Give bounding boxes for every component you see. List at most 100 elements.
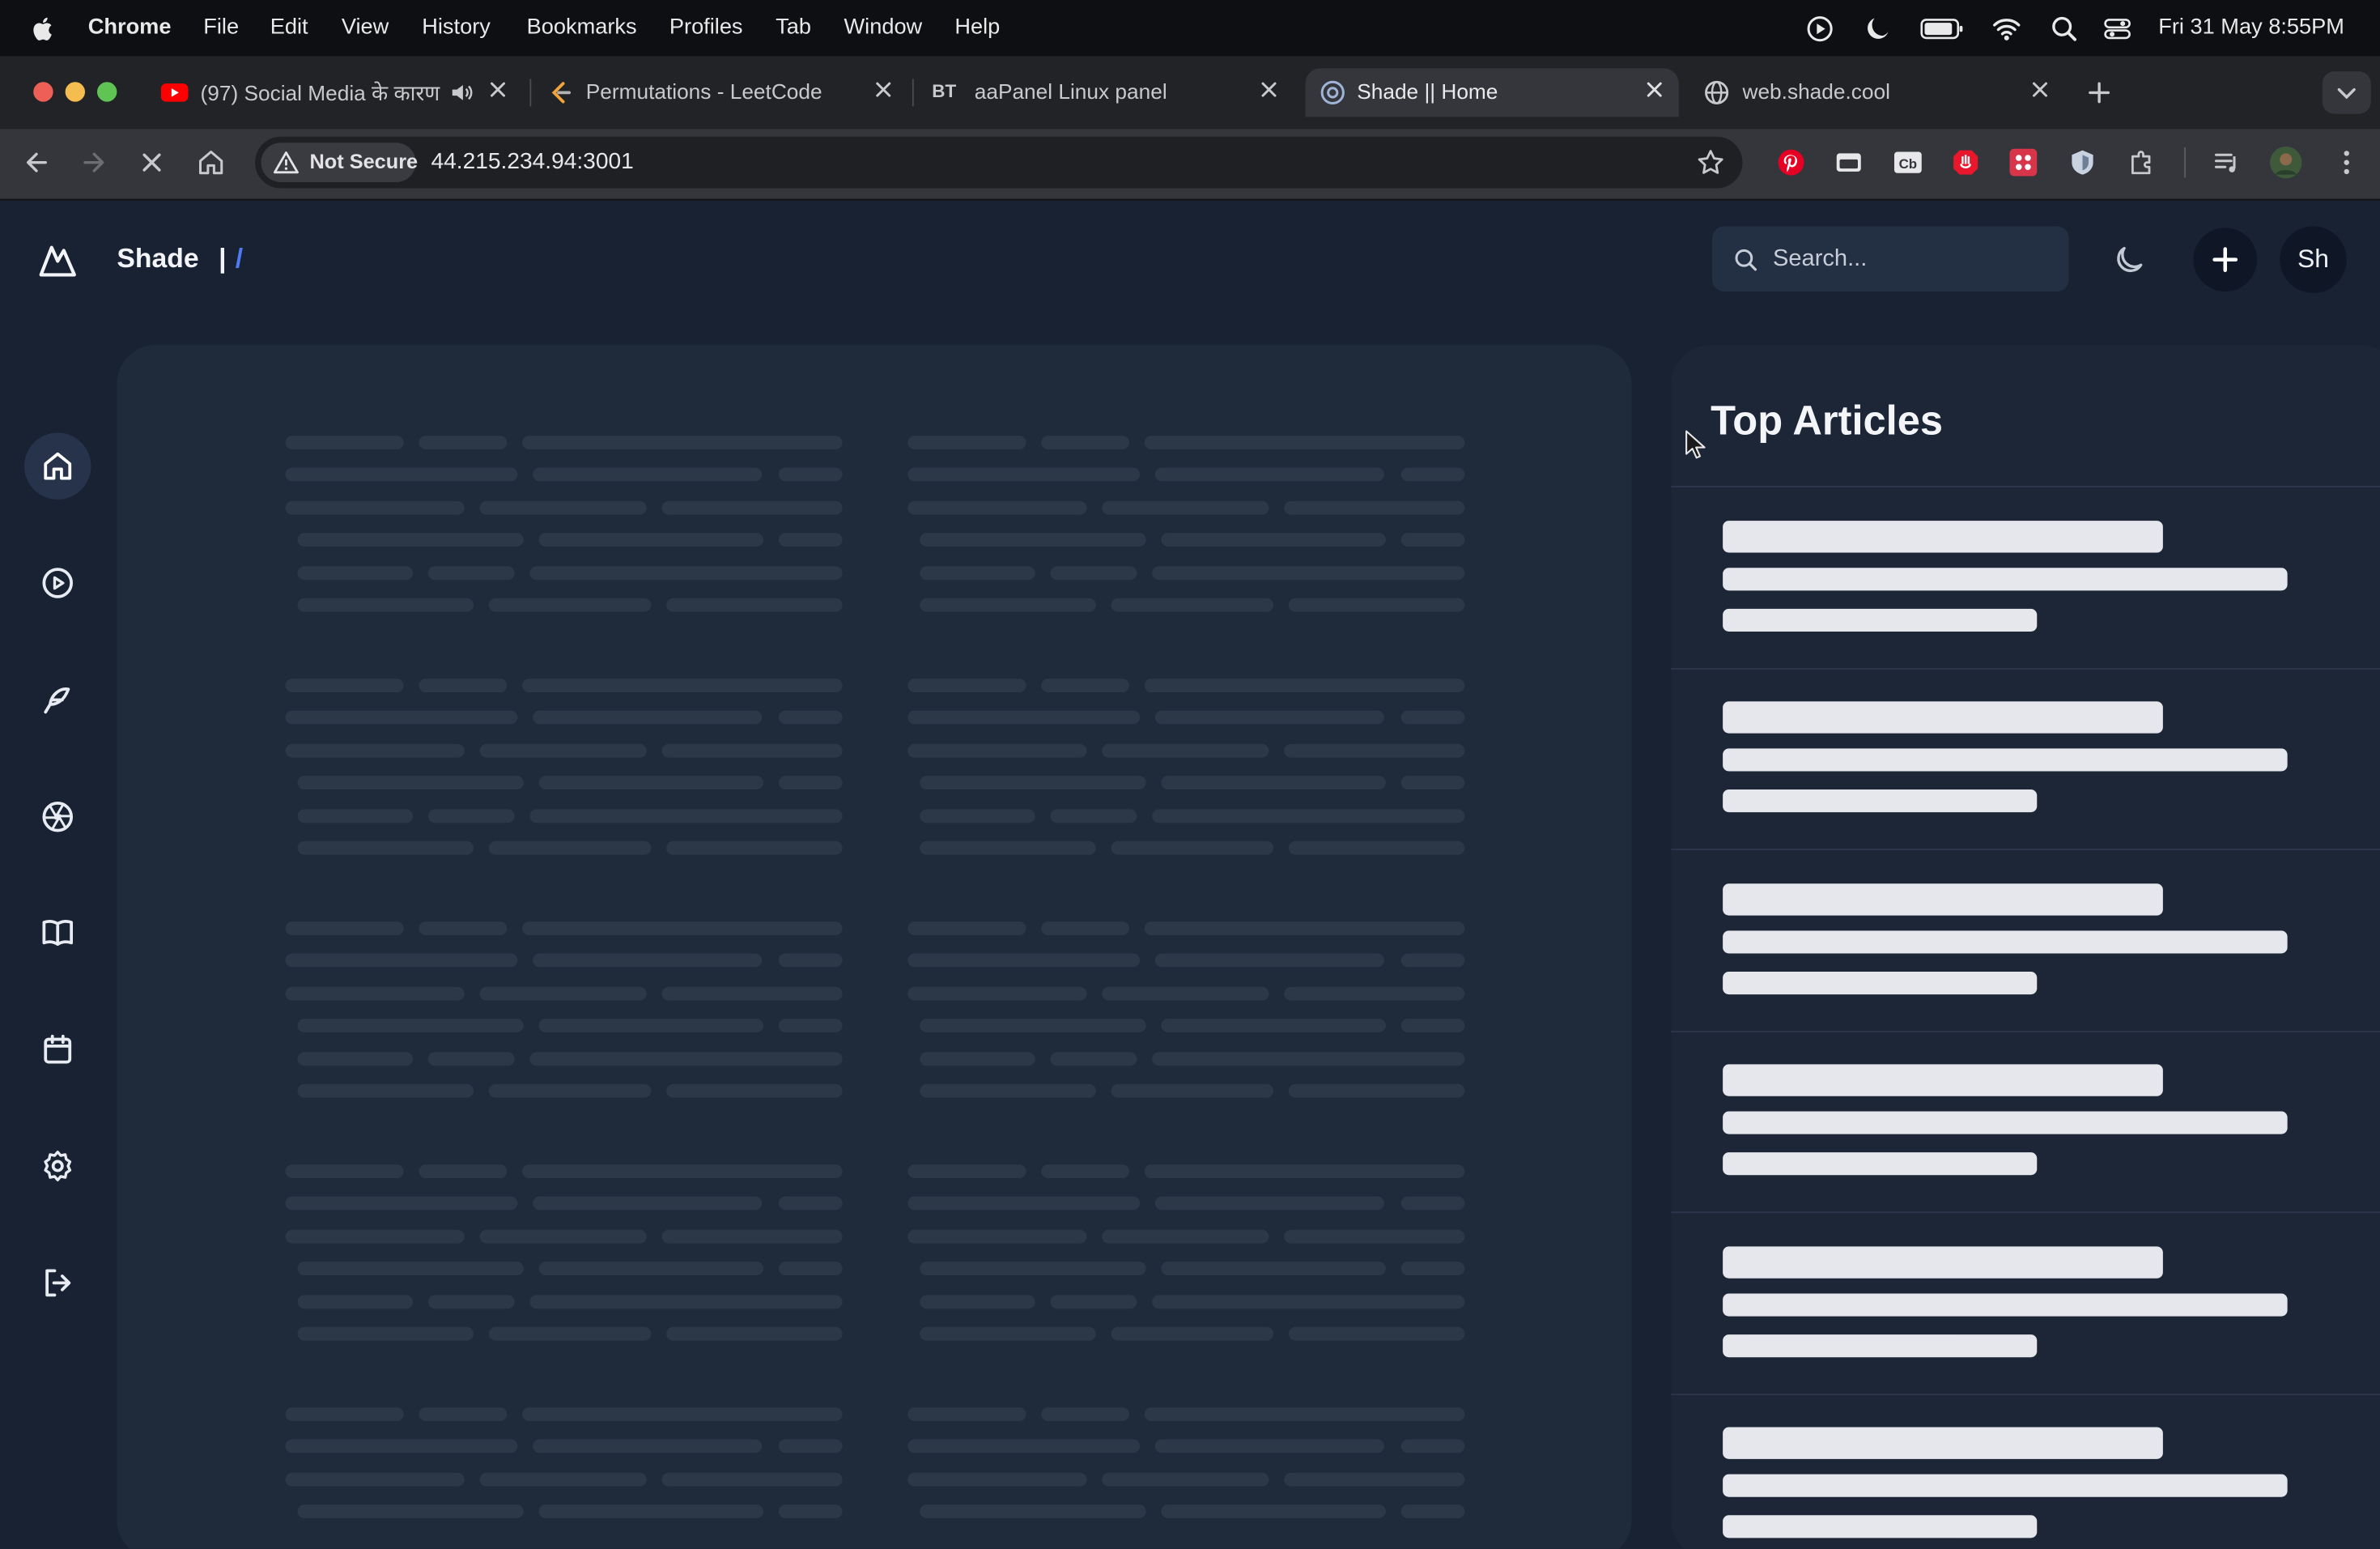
skeleton-line bbox=[1050, 1051, 1137, 1066]
menu-edit[interactable]: Edit bbox=[270, 15, 308, 40]
skeleton-line bbox=[479, 1229, 647, 1244]
window-minimize-button[interactable] bbox=[65, 82, 85, 102]
window-close-button[interactable] bbox=[33, 82, 53, 102]
tab-leetcode[interactable]: Permutations - LeetCode bbox=[546, 68, 899, 117]
grid-extension-icon[interactable] bbox=[2008, 147, 2039, 178]
close-tab-icon[interactable] bbox=[871, 78, 895, 102]
back-arrow-icon[interactable] bbox=[21, 147, 52, 178]
close-tab-icon[interactable] bbox=[1257, 78, 1281, 102]
more-menu-icon[interactable] bbox=[2331, 147, 2362, 178]
skeleton-line bbox=[1284, 1472, 1465, 1487]
new-tab-icon[interactable] bbox=[2085, 79, 2113, 107]
article-divider bbox=[1671, 486, 2380, 487]
cb-extension-icon[interactable]: Cb bbox=[1893, 147, 1923, 178]
skeleton-line bbox=[920, 1051, 1035, 1066]
site-info-button[interactable]: Not Secure bbox=[261, 143, 418, 182]
sidebar-item-photos[interactable] bbox=[24, 784, 91, 851]
menu-bookmarks[interactable]: Bookmarks bbox=[527, 15, 637, 40]
close-tab-icon[interactable] bbox=[1643, 78, 1667, 102]
tab-web-shade[interactable]: web.shade.cool bbox=[1703, 68, 2068, 117]
url-text[interactable]: 44.215.234.94:3001 bbox=[431, 149, 634, 175]
menu-view[interactable]: View bbox=[342, 15, 389, 40]
skeleton-line bbox=[427, 565, 515, 580]
skeleton-line bbox=[1154, 954, 1384, 968]
menu-history[interactable]: History bbox=[422, 15, 491, 40]
tab-youtube[interactable]: (97) Social Media के कारण bbox=[160, 68, 520, 117]
skeleton-line bbox=[1400, 1197, 1465, 1211]
menu-tab[interactable]: Tab bbox=[776, 15, 811, 40]
menu-profiles[interactable]: Profiles bbox=[669, 15, 743, 40]
sidebar-item-settings[interactable] bbox=[24, 1133, 91, 1200]
skeleton-line bbox=[285, 1229, 465, 1244]
stop-loading-icon[interactable] bbox=[137, 147, 168, 178]
logo-icon[interactable] bbox=[38, 240, 78, 279]
skeleton-line bbox=[533, 954, 763, 968]
sidebar-item-logout[interactable] bbox=[24, 1249, 91, 1317]
tab-separator bbox=[912, 79, 914, 107]
sidebar-item-library[interactable] bbox=[24, 899, 91, 966]
skeleton-line bbox=[522, 436, 843, 449]
sidebar-item-videos[interactable] bbox=[24, 550, 91, 617]
skeleton-line bbox=[1144, 1407, 1465, 1421]
skeleton-line bbox=[1161, 1262, 1386, 1276]
apple-icon[interactable] bbox=[31, 14, 58, 45]
search-box[interactable] bbox=[1712, 226, 2069, 292]
forward-arrow-icon[interactable] bbox=[79, 147, 110, 178]
adblock-extension-icon[interactable] bbox=[1950, 147, 1981, 178]
sidebar-item-calendar[interactable] bbox=[24, 1015, 91, 1083]
battery-icon[interactable] bbox=[1920, 14, 1966, 45]
search-input[interactable] bbox=[1770, 241, 2050, 279]
skeleton-line bbox=[538, 776, 764, 790]
skeleton-line bbox=[666, 840, 843, 855]
skeleton-line bbox=[907, 954, 1141, 968]
pinterest-extension-icon[interactable] bbox=[1776, 147, 1807, 178]
tab-aapanel[interactable]: BT aaPanel Linux panel bbox=[932, 68, 1287, 117]
skeleton-line bbox=[1400, 711, 1465, 726]
media-control-icon[interactable] bbox=[2212, 147, 2242, 178]
skeleton-line bbox=[666, 1083, 843, 1098]
skeleton-line bbox=[920, 1294, 1035, 1309]
window-zoom-button[interactable] bbox=[97, 82, 117, 102]
sidebar-item-home[interactable] bbox=[24, 432, 91, 500]
menu-help[interactable]: Help bbox=[954, 15, 1000, 40]
close-tab-icon[interactable] bbox=[486, 78, 510, 102]
home-icon[interactable] bbox=[196, 147, 227, 178]
menu-window[interactable]: Window bbox=[844, 15, 923, 40]
window-extension-icon[interactable] bbox=[1834, 147, 1864, 178]
skeleton-line bbox=[1400, 533, 1465, 547]
skeleton-line bbox=[522, 1407, 843, 1421]
sidebar-item-write[interactable] bbox=[24, 666, 91, 734]
tab-search-button[interactable] bbox=[2322, 71, 2371, 114]
speaker-icon[interactable] bbox=[449, 80, 474, 104]
shield-extension-icon[interactable] bbox=[2068, 147, 2098, 178]
create-button[interactable] bbox=[2193, 228, 2258, 292]
article-skeleton-line bbox=[1723, 883, 2163, 916]
tab-shade-home[interactable]: Shade || Home bbox=[1305, 68, 1679, 117]
skeleton-line bbox=[285, 436, 404, 449]
skeleton-line bbox=[285, 500, 465, 515]
menu-clock[interactable]: Fri 31 May 8:55PM bbox=[2158, 15, 2344, 40]
tab-title: Permutations - LeetCode bbox=[585, 79, 822, 104]
focus-moon-icon[interactable] bbox=[1863, 14, 1893, 45]
screen-record-icon[interactable] bbox=[1804, 14, 1835, 45]
spotlight-search-icon[interactable] bbox=[2049, 14, 2080, 45]
control-center-icon[interactable] bbox=[2102, 14, 2133, 45]
brand-breadcrumb[interactable]: Shade | / bbox=[117, 243, 243, 274]
bookmark-star-icon[interactable] bbox=[1695, 147, 1726, 178]
puzzle-extensions-icon[interactable] bbox=[2127, 147, 2157, 178]
menu-app-name[interactable]: Chrome bbox=[88, 15, 172, 40]
wifi-icon[interactable] bbox=[1991, 14, 2022, 45]
profile-avatar-icon[interactable] bbox=[2269, 146, 2302, 179]
skeleton-line bbox=[427, 1051, 515, 1066]
close-tab-icon[interactable] bbox=[2028, 78, 2052, 102]
theme-toggle-moon-icon[interactable] bbox=[2111, 241, 2148, 278]
breadcrumb-path[interactable]: / bbox=[236, 243, 243, 274]
skeleton-line bbox=[778, 1019, 843, 1033]
user-avatar[interactable]: Sh bbox=[2280, 226, 2347, 293]
skeleton-line bbox=[778, 468, 843, 483]
article-skeleton-line bbox=[1723, 1064, 2163, 1096]
menu-file[interactable]: File bbox=[203, 15, 239, 40]
skeleton-line bbox=[1284, 1229, 1465, 1244]
skeleton-line bbox=[907, 743, 1087, 758]
skeleton-line bbox=[1161, 1019, 1386, 1033]
